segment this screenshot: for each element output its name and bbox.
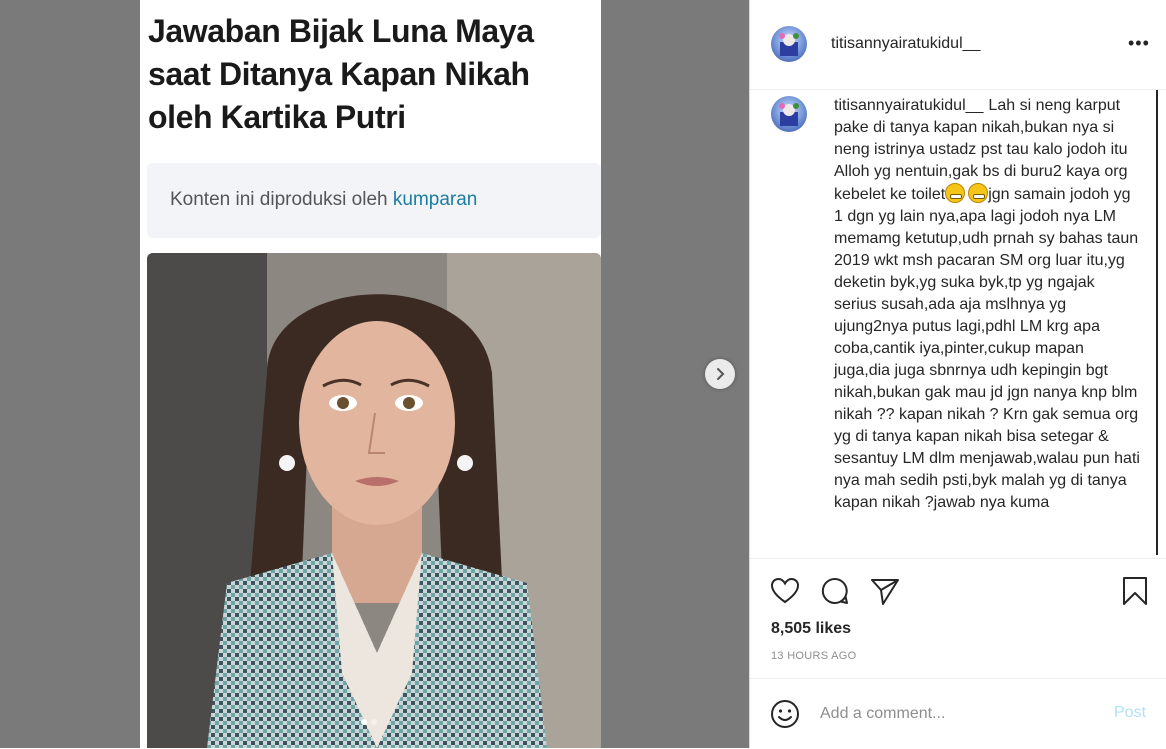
comment-input[interactable] (820, 701, 1100, 727)
smiling-face-emoji-icon (968, 183, 989, 203)
caption-area[interactable]: titisannyairatukidul__ Lah si neng karput… (750, 90, 1166, 555)
article-screenshot: Jawaban Bijak Luna Maya saat Ditanya Kap… (140, 0, 601, 748)
caption-body-part-2: jgn samain jodoh yg 1 dgn yg lain nya,ap… (834, 186, 1140, 511)
portrait-illustration (147, 253, 601, 748)
post-media: Jawaban Bijak Luna Maya saat Ditanya Kap… (0, 0, 749, 748)
bookmark-icon[interactable] (1119, 575, 1151, 607)
carousel-dot-2 (371, 719, 377, 725)
emoji-picker-icon[interactable] (770, 699, 800, 729)
credit-source-link: kumparan (392, 189, 478, 210)
caption-text: titisannyairatukidul__ Lah si neng karput… (834, 95, 1140, 514)
credit-prefix: Konten ini diproduksi oleh (170, 189, 393, 210)
article-photo (147, 253, 601, 748)
likes-count[interactable]: 8,505 likes (771, 620, 851, 638)
post-timestamp[interactable]: 13 HOURS AGO (771, 650, 857, 662)
add-comment-bar: Post (750, 678, 1166, 749)
post-details-panel: titisannyairatukidul__ ••• titisannyaira… (749, 0, 1166, 748)
share-icon[interactable] (869, 575, 901, 607)
more-options-icon[interactable]: ••• (1128, 33, 1150, 54)
chevron-right-icon (717, 368, 725, 380)
caption-scrollbar[interactable] (1156, 90, 1158, 555)
heart-icon[interactable] (769, 575, 801, 607)
post-header: titisannyairatukidul__ ••• (750, 0, 1166, 90)
author-avatar[interactable] (771, 26, 807, 62)
author-username[interactable]: titisannyairatukidul__ (831, 35, 980, 53)
article-headline: Jawaban Bijak Luna Maya saat Ditanya Kap… (148, 13, 534, 135)
caption-author-avatar[interactable] (771, 96, 807, 132)
caption-username[interactable]: titisannyairatukidul__ (834, 97, 983, 114)
avatar-image (779, 33, 799, 56)
grimacing-face-emoji-icon (945, 183, 966, 203)
carousel-indicator (361, 719, 377, 725)
carousel-dot-1 (361, 719, 367, 725)
content-credit-box: Konten ini diproduksi oleh kumparan (147, 163, 601, 238)
post-actions: 8,505 likes 13 HOURS AGO (750, 558, 1166, 679)
carousel-next-button[interactable] (705, 359, 735, 389)
comment-icon[interactable] (819, 575, 851, 607)
post-comment-button[interactable]: Post (1114, 704, 1146, 722)
avatar-image (779, 103, 799, 126)
